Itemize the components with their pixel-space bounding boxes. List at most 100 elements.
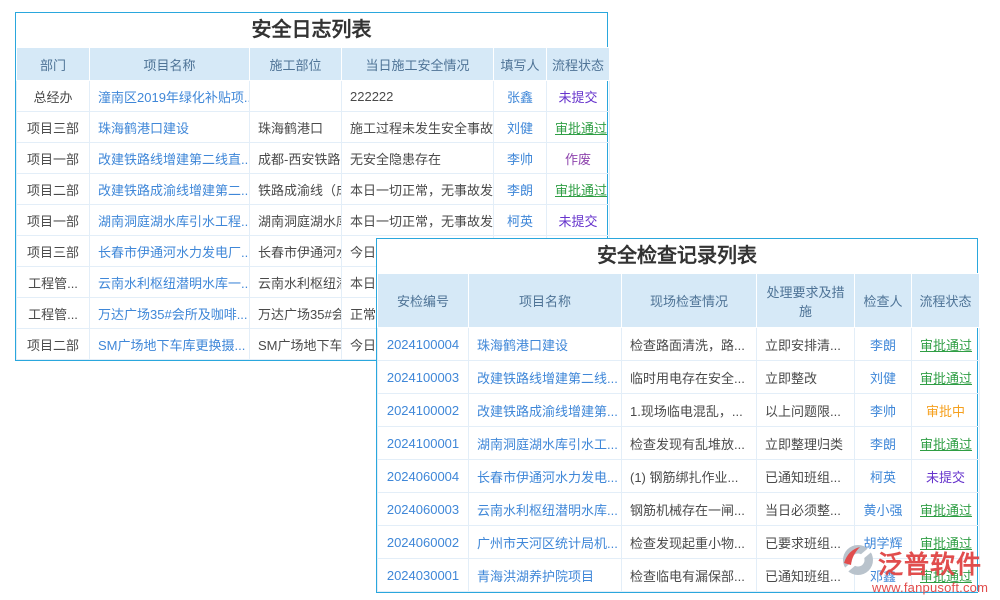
cell-inspector: 李朗 — [855, 427, 912, 460]
project-name-link[interactable]: 改建铁路线增建第二线... — [477, 371, 618, 386]
project-name-link[interactable]: 长春市伊通河水力发电... — [477, 470, 618, 485]
inspection-no-link[interactable]: 2024060003 — [387, 502, 459, 517]
project-name-link[interactable]: 改建铁路成渝线增建第二... — [98, 183, 250, 198]
cell-project-name: 珠海鹤港口建设 — [469, 328, 622, 361]
project-name-link[interactable]: 云南水利枢纽潜明水库一... — [98, 276, 250, 291]
cell-inspector: 柯英 — [855, 460, 912, 493]
inspector-link[interactable]: 李帅 — [870, 404, 896, 419]
cell-project-name: 云南水利枢纽潜明水库一... — [90, 267, 250, 298]
filled-by-link[interactable]: 李朗 — [507, 183, 533, 198]
cell-project-name: 长春市伊通河水力发电厂... — [90, 236, 250, 267]
cell-project-name: 改建铁路成渝线增建第二... — [90, 174, 250, 205]
daily-safety-status-text: 222222 — [350, 89, 393, 104]
filled-by-link[interactable]: 张鑫 — [507, 90, 533, 105]
project-name-link[interactable]: 长春市伊通河水力发电厂... — [98, 245, 250, 260]
status-label[interactable]: 审批通过 — [920, 503, 972, 518]
status-label[interactable]: 审批通过 — [555, 183, 607, 198]
cell-flow-status: 审批中 — [912, 394, 980, 427]
cell-filled-by: 刘健 — [494, 112, 547, 143]
project-name-link[interactable]: 广州市天河区统计局机... — [477, 536, 618, 551]
status-label[interactable]: 审批通过 — [920, 371, 972, 386]
inspection-no-link[interactable]: 2024030001 — [387, 568, 459, 583]
cell-inspection-no: 2024100003 — [378, 361, 469, 394]
cell-handling-requirements: 已通知班组... — [757, 460, 855, 493]
column-header-flow-status: 流程状态 — [912, 274, 980, 328]
inspection-no-link[interactable]: 2024100001 — [387, 436, 459, 451]
project-name-link[interactable]: 云南水利枢纽潜明水库... — [477, 503, 618, 518]
filled-by-link[interactable]: 柯英 — [507, 214, 533, 229]
table-row: 2024100004珠海鹤港口建设检查路面清洗，路...立即安排清...李朗审批… — [378, 328, 980, 361]
site-check-status-text: 检查路面清洗，路... — [630, 338, 745, 353]
cell-filled-by: 张鑫 — [494, 81, 547, 112]
cell-daily-safety-status: 本日一切正常，无事故发... — [342, 205, 494, 236]
filled-by-link[interactable]: 李帅 — [507, 152, 533, 167]
table-row: 2024060004 长春市伊通河水力发电... (1) 钢筋绑扎作业... 已通知班… — [378, 460, 980, 493]
site-check-status-text: (1) 钢筋绑扎作业... — [630, 470, 738, 485]
inspector-link[interactable]: 李朗 — [870, 338, 896, 353]
cell-inspection-no: 2024060002 — [378, 526, 469, 559]
cell-project-name: 潼南区2019年绿化补贴项... — [90, 81, 250, 112]
table-row: 项目一部改建铁路线增建第二线直...成都-西安铁路...无安全隐患存在李帅作废 — [17, 143, 610, 174]
filled-by-link[interactable]: 刘健 — [507, 121, 533, 136]
cell-site-check-status: (1) 钢筋绑扎作业... — [622, 460, 757, 493]
inspector-link[interactable]: 柯英 — [870, 470, 896, 485]
project-name-link[interactable]: 湖南洞庭湖水库引水工... — [477, 437, 618, 452]
project-name-link[interactable]: 万达广场35#会所及咖啡... — [98, 307, 248, 322]
table-row: 总经办潼南区2019年绿化补贴项...222222张鑫未提交 — [17, 81, 610, 112]
project-name-link[interactable]: 潼南区2019年绿化补贴项... — [98, 90, 250, 105]
safety-inspection-header-row: 安检编号项目名称现场检查情况处理要求及措施检查人流程状态 — [378, 274, 980, 328]
cell-dept: 项目二部 — [17, 174, 90, 205]
inspector-link[interactable]: 李朗 — [870, 437, 896, 452]
inspection-no-link[interactable]: 2024100002 — [387, 403, 459, 418]
cell-inspection-no: 2024100002 — [378, 394, 469, 427]
cell-project-name: 广州市天河区统计局机... — [469, 526, 622, 559]
cell-daily-safety-status: 222222 — [342, 81, 494, 112]
cell-inspector: 李帅 — [855, 394, 912, 427]
cell-construction-part: 湖南洞庭湖水库 — [250, 205, 342, 236]
status-label: 未提交 — [558, 90, 597, 105]
cell-inspection-no: 2024030001 — [378, 559, 469, 592]
dept-text: 项目二部 — [27, 183, 79, 198]
status-label: 审批中 — [926, 404, 965, 419]
cell-project-name: 珠海鹤港口建设 — [90, 112, 250, 143]
cell-handling-requirements: 立即整改 — [757, 361, 855, 394]
project-name-link[interactable]: 改建铁路线增建第二线直... — [98, 152, 250, 167]
cell-dept: 工程管... — [17, 298, 90, 329]
project-name-link[interactable]: 青海洪湖养护院项目 — [477, 569, 594, 584]
inspector-link[interactable]: 刘健 — [870, 371, 896, 386]
cell-inspector: 刘健 — [855, 361, 912, 394]
inspection-no-link[interactable]: 2024100004 — [387, 337, 459, 352]
cell-dept: 项目二部 — [17, 329, 90, 360]
column-header-inspector: 检查人 — [855, 274, 912, 328]
project-name-link[interactable]: 湖南洞庭湖水库引水工程... — [98, 214, 250, 229]
site-check-status-text: 检查发现起重小物... — [630, 536, 745, 551]
inspection-no-link[interactable]: 2024060004 — [387, 469, 459, 484]
cell-inspector: 黄小强 — [855, 493, 912, 526]
project-name-link[interactable]: SM广场地下车库更换摄... — [98, 338, 245, 353]
inspection-no-link[interactable]: 2024100003 — [387, 370, 459, 385]
cell-flow-status: 未提交 — [547, 81, 610, 112]
handling-requirements-text: 立即整改 — [765, 371, 817, 386]
handling-requirements-text: 已要求班组... — [765, 536, 841, 551]
table-row: 2024060003云南水利枢纽潜明水库...钢筋机械存在一闸...当日必须整.… — [378, 493, 980, 526]
cell-site-check-status: 检查发现有乱堆放... — [622, 427, 757, 460]
handling-requirements-text: 当日必须整... — [765, 503, 841, 518]
cell-construction-part: SM广场地下车库 — [250, 329, 342, 360]
cell-project-name: 湖南洞庭湖水库引水工... — [469, 427, 622, 460]
watermark-url: www.fanpusoft.com — [872, 580, 988, 595]
inspection-no-link[interactable]: 2024060002 — [387, 535, 459, 550]
cell-project-name: 湖南洞庭湖水库引水工程... — [90, 205, 250, 236]
site-check-status-text: 1.现场临电混乱，... — [630, 404, 743, 419]
project-name-link[interactable]: 改建铁路成渝线增建第... — [477, 404, 618, 419]
status-label[interactable]: 审批通过 — [920, 437, 972, 452]
status-label: 未提交 — [926, 470, 965, 485]
status-label[interactable]: 审批通过 — [920, 338, 972, 353]
status-label[interactable]: 审批通过 — [555, 121, 607, 136]
column-header-daily-safety-status: 当日施工安全情况 — [342, 48, 494, 81]
inspector-link[interactable]: 黄小强 — [863, 503, 902, 518]
cell-site-check-status: 检查路面清洗，路... — [622, 328, 757, 361]
cell-handling-requirements: 以上问题限... — [757, 394, 855, 427]
project-name-link[interactable]: 珠海鹤港口建设 — [477, 338, 568, 353]
dept-text: 工程管... — [28, 307, 78, 322]
project-name-link[interactable]: 珠海鹤港口建设 — [98, 121, 189, 136]
